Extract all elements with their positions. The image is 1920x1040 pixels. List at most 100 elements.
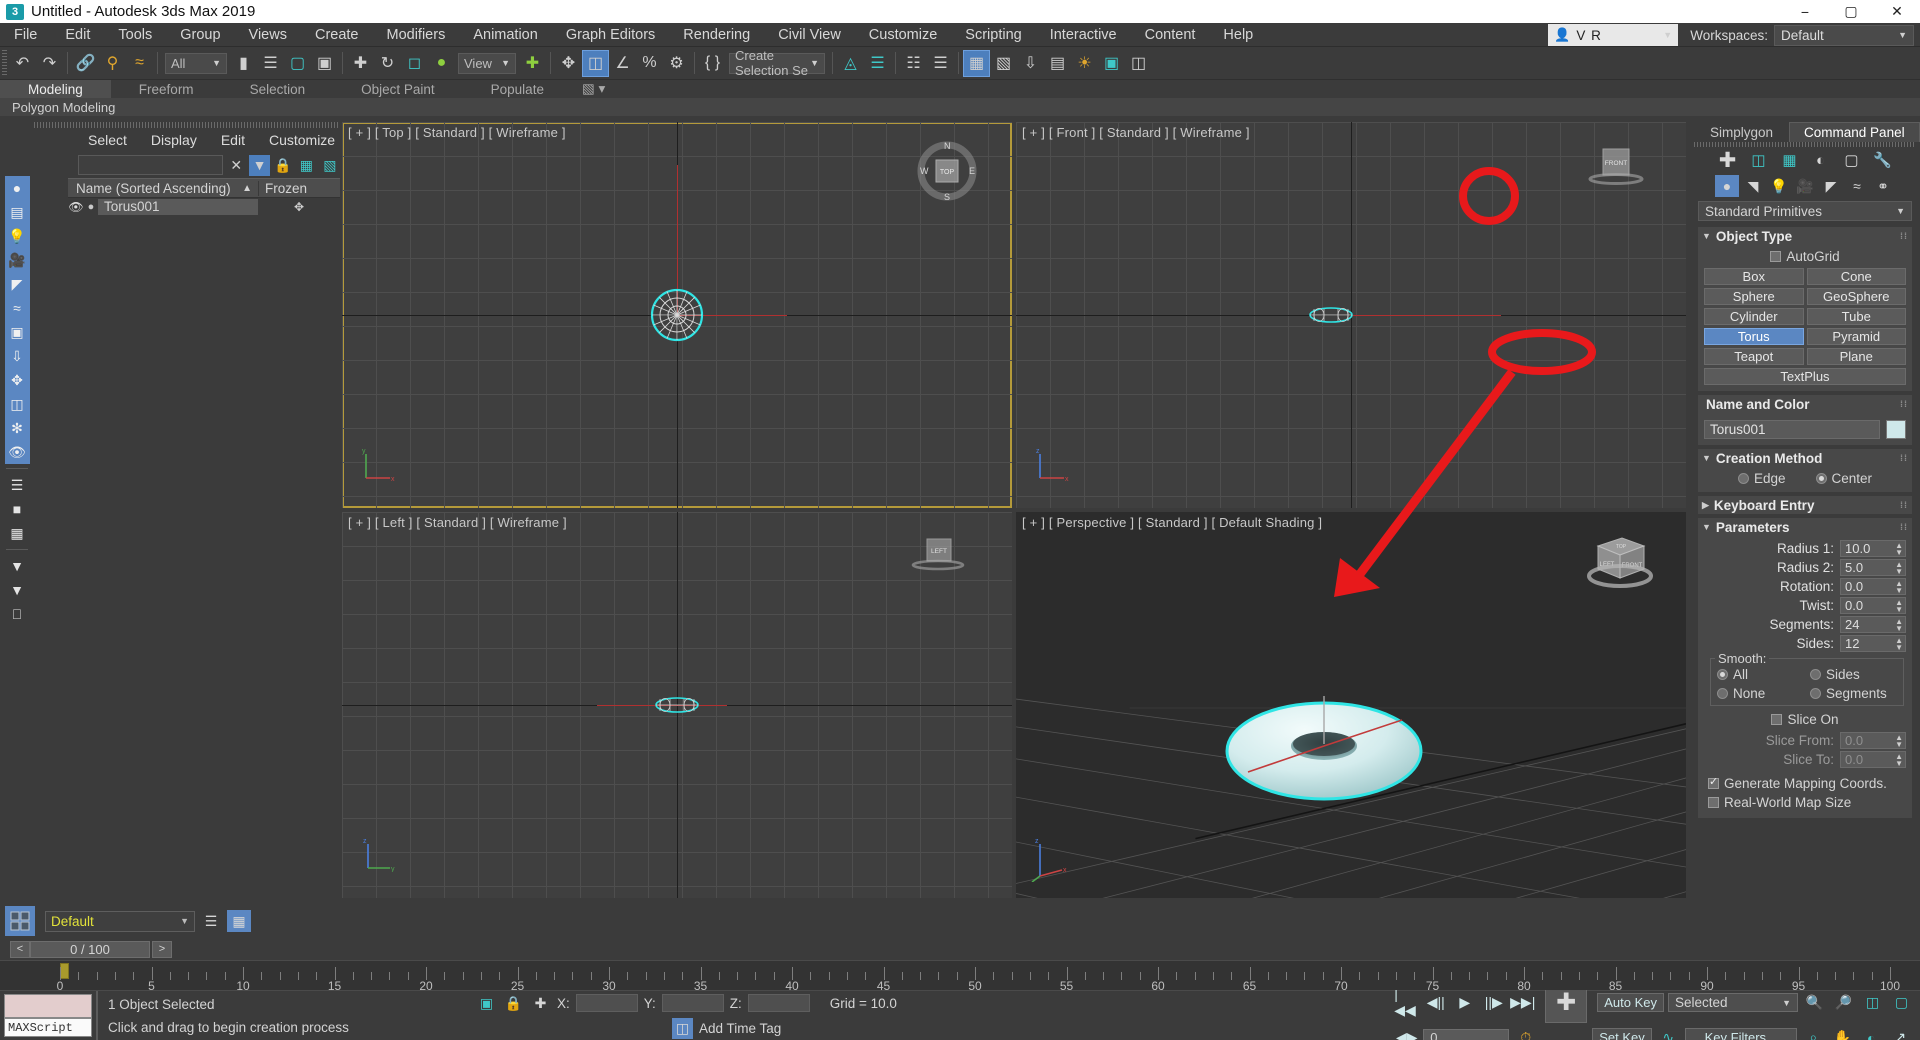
select-and-link-icon[interactable]: 🔗 [72, 50, 99, 77]
maxscript-mini-listener[interactable]: MAXScript Mi [4, 994, 92, 1037]
tab-simplygon[interactable]: Simplygon [1696, 123, 1787, 142]
frozen-icon[interactable]: ✥ [258, 200, 340, 214]
set-key-button[interactable]: Set Key [1592, 1028, 1652, 1040]
percent-snap-toggle-icon[interactable]: % [636, 50, 663, 77]
object-button-box[interactable]: Box [1704, 268, 1804, 285]
viewport-top[interactable]: [ + ] [ Top ] [ Standard ] [ Wireframe ] [342, 122, 1012, 508]
zoom-extents-all-icon[interactable]: ▢ [1889, 992, 1914, 1014]
param-input-segments[interactable]: 24 ▲▼ [1840, 616, 1906, 633]
previous-frame-icon[interactable]: ◀|| [1423, 992, 1448, 1014]
angle-snap-toggle-icon[interactable]: ∠ [609, 50, 636, 77]
snaps-toggle-icon[interactable]: ◫ [582, 50, 609, 77]
explorer-menu-select[interactable]: Select [76, 132, 139, 148]
ribbon-tab-freeform[interactable]: Freeform [111, 80, 222, 98]
smooth-option-segments[interactable]: Segments [1810, 686, 1897, 701]
user-account-dropdown[interactable]: 👤 V R ▼ [1548, 24, 1678, 46]
object-button-cylinder[interactable]: Cylinder [1704, 308, 1804, 325]
lights-category-icon[interactable]: 💡 [1767, 175, 1791, 197]
display-details-icon[interactable]: ▦ [5, 521, 30, 545]
spinner-arrows-icon[interactable]: ▲▼ [1895, 618, 1903, 632]
object-button-geosphere[interactable]: GeoSphere [1807, 288, 1907, 305]
region-zoom-icon[interactable]: ⌕ [1801, 1027, 1826, 1040]
zoom-all-icon[interactable]: 🔎 [1831, 992, 1856, 1014]
drag-handle-icon[interactable]: ⁞⁞ [1900, 399, 1908, 409]
selection-filter-dropdown[interactable]: All ▼ [165, 53, 227, 74]
absolute-relative-mode-icon[interactable]: ✚ [530, 993, 551, 1014]
pan-view-icon[interactable]: ✋ [1830, 1027, 1855, 1040]
object-button-torus[interactable]: Torus [1704, 328, 1804, 345]
smooth-option-none[interactable]: None [1717, 686, 1804, 701]
torus-shaded-object[interactable] [1224, 696, 1424, 806]
ribbon-overflow-icon[interactable]: ▧ ▾ [572, 80, 615, 98]
rectangular-selection-region-icon[interactable]: ▢ [284, 50, 311, 77]
real-world-map-size-row[interactable]: Real-World Map Size [1708, 795, 1906, 810]
layer-dropdown[interactable]: Default ▼ [45, 911, 195, 932]
radio-smooth-segments[interactable] [1810, 688, 1821, 699]
radio-edge[interactable] [1738, 473, 1749, 484]
filter-icon[interactable]: ▼ [249, 155, 269, 176]
window-crossing-icon[interactable]: ▣ [311, 50, 338, 77]
filter-xrefs-icon[interactable]: ⇩ [5, 344, 30, 368]
tab-command-panel[interactable]: Command Panel [1789, 122, 1920, 142]
go-to-start-icon[interactable]: |◀◀ [1394, 992, 1419, 1014]
column-header-name[interactable]: Name (Sorted Ascending) ▲ [68, 181, 258, 196]
radio-smooth-sides[interactable] [1810, 669, 1821, 680]
reference-coordinate-dropdown[interactable]: View ▼ [458, 53, 516, 74]
param-input-radius2[interactable]: 5.0 ▲▼ [1840, 559, 1906, 576]
maxscript-input-pane[interactable]: MAXScript Mi [4, 1018, 92, 1037]
helpers-category-icon[interactable]: ◤ [1819, 175, 1843, 197]
menu-file[interactable]: File [0, 23, 51, 47]
undo-icon[interactable]: ↶ [9, 50, 36, 77]
generate-mapping-coords-row[interactable]: Generate Mapping Coords. [1708, 776, 1906, 791]
utilities-tab-icon[interactable]: 🔧 [1867, 148, 1898, 172]
space-warps-category-icon[interactable]: ≈ [1845, 175, 1869, 197]
explorer-menu-customize[interactable]: Customize [257, 132, 347, 148]
workspace-dropdown[interactable]: Default ▼ [1774, 25, 1914, 46]
clear-search-icon[interactable]: ✕ [226, 155, 246, 176]
spinner-arrows-icon[interactable]: ▲▼ [1895, 580, 1903, 594]
select-set-icon[interactable]: ⎕ [5, 602, 30, 626]
filter-helpers-icon[interactable]: ◤ [5, 272, 30, 296]
lock-icon[interactable]: 🔒 [273, 155, 293, 176]
render-production-icon[interactable]: ▣ [1098, 50, 1125, 77]
key-filters-button[interactable]: Key Filters... [1685, 1028, 1797, 1040]
systems-category-icon[interactable]: ⚭ [1871, 175, 1895, 197]
object-button-tube[interactable]: Tube [1807, 308, 1907, 325]
filter-shapes-icon[interactable]: ▤ [5, 200, 30, 224]
rollout-header-parameters[interactable]: ▼ Parameters ⁞⁞ [1698, 518, 1912, 536]
menu-create[interactable]: Create [301, 23, 373, 47]
select-by-name-icon[interactable]: ☰ [257, 50, 284, 77]
drag-handle-icon[interactable]: ⁞⁞ [1900, 453, 1908, 463]
param-input-radius1[interactable]: 10.0 ▲▼ [1840, 540, 1906, 557]
named-selection-dropdown[interactable]: Create Selection Se ▼ [729, 53, 825, 74]
param-input-twist[interactable]: 0.0 ▲▼ [1840, 597, 1906, 614]
filter-hidden-icon[interactable]: 👁 [5, 440, 30, 464]
radio-smooth-none[interactable] [1717, 688, 1728, 699]
menu-animation[interactable]: Animation [459, 23, 551, 47]
rollout-header-object-type[interactable]: ▼ Object Type ⁞⁞ [1698, 227, 1912, 245]
menu-tools[interactable]: Tools [104, 23, 166, 47]
drag-handle-icon[interactable]: ⁞⁞ [1900, 231, 1908, 241]
time-slider-handle[interactable] [60, 963, 69, 979]
expand-all-icon[interactable]: ▦ [296, 155, 316, 176]
filter-containers-icon[interactable]: ◫ [5, 392, 30, 416]
display-tab-icon[interactable]: ▢ [1836, 148, 1867, 172]
render-setup-icon[interactable]: ▤ [1044, 50, 1071, 77]
object-name-input[interactable]: Torus001 [1704, 420, 1880, 439]
selection-lock-region-icon[interactable]: ▣ [476, 993, 497, 1014]
select-and-scale-icon[interactable]: ◻ [401, 50, 428, 77]
object-button-plane[interactable]: Plane [1807, 348, 1907, 365]
key-step-icon[interactable]: ◀▶ [1394, 1027, 1419, 1040]
edit-named-selection-sets-icon[interactable]: { } [699, 50, 726, 77]
collapse-all-icon[interactable]: ▧ [320, 155, 340, 176]
spinner-arrows-icon[interactable]: ▲▼ [1895, 734, 1903, 748]
table-row[interactable]: 👁 ● Torus001 ✥ [68, 198, 340, 216]
filter-lights-icon[interactable]: 💡 [5, 224, 30, 248]
ribbon-tab-populate[interactable]: Populate [463, 80, 572, 98]
param-input-rotation[interactable]: 0.0 ▲▼ [1840, 578, 1906, 595]
align-icon[interactable]: ☰ [864, 50, 891, 77]
select-and-manipulate-icon[interactable]: ✥ [555, 50, 582, 77]
rollout-header-creation-method[interactable]: ▼ Creation Method ⁞⁞ [1698, 449, 1912, 467]
primitive-category-dropdown[interactable]: Standard Primitives ▼ [1698, 201, 1912, 221]
menu-customize[interactable]: Customize [855, 23, 952, 47]
